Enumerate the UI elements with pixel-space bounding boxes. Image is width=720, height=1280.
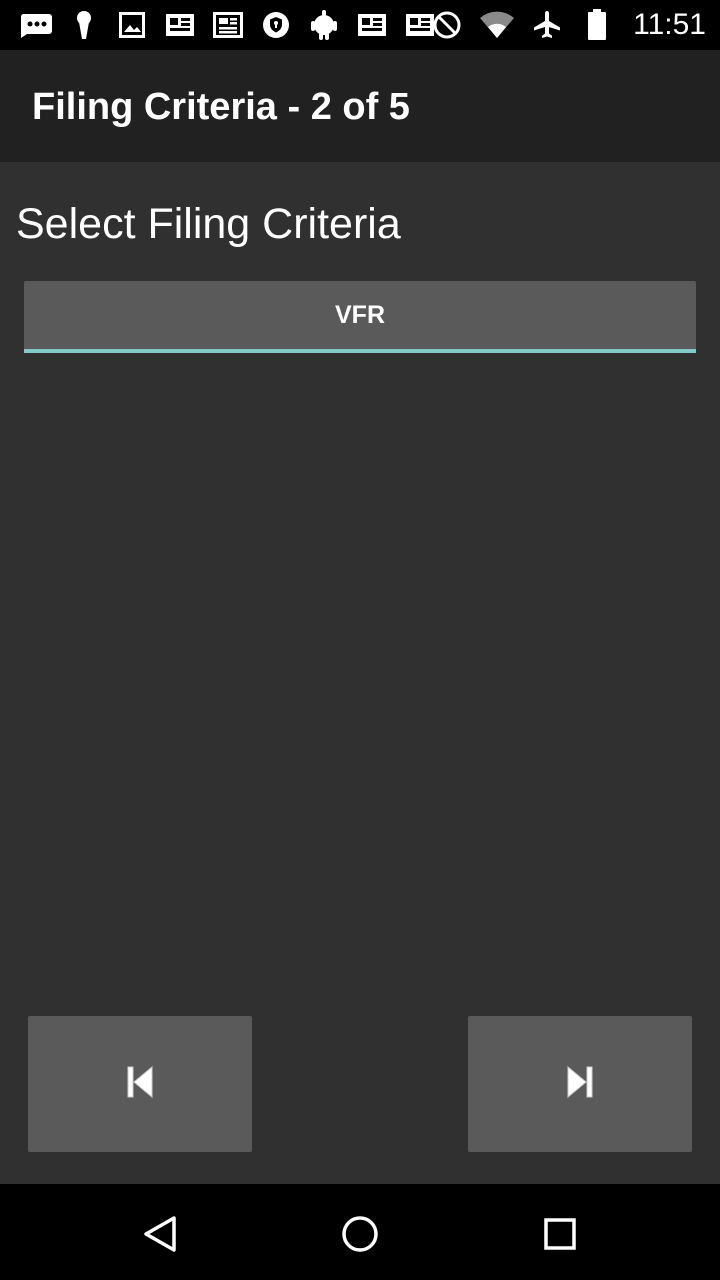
clock: 11:51 (633, 8, 706, 41)
news-icon (162, 8, 198, 42)
messaging-icon (18, 8, 54, 42)
news-icon (354, 8, 390, 42)
skip-previous-icon (125, 1065, 155, 1104)
page-title: Filing Criteria - 2 of 5 (32, 86, 410, 128)
filing-criteria-button[interactable]: VFR (24, 281, 696, 353)
system-navigation-bar (0, 1184, 720, 1280)
shield-icon (258, 8, 294, 42)
airplane-mode-icon (529, 8, 565, 42)
do-not-disturb-icon (429, 8, 465, 42)
recents-icon[interactable] (538, 1212, 582, 1256)
app-screen: 11:51 Filing Criteria - 2 of 5 Select Fi… (0, 0, 720, 1280)
skip-next-icon (565, 1065, 595, 1104)
home-icon[interactable] (338, 1212, 382, 1256)
next-button[interactable] (468, 1016, 692, 1152)
keyhole-icon (66, 8, 102, 42)
image-icon (114, 8, 150, 42)
article-icon (210, 8, 246, 42)
notification-icons (18, 8, 438, 42)
battery-icon (579, 8, 615, 42)
status-bar: 11:51 (0, 0, 720, 50)
action-bar: Filing Criteria - 2 of 5 (0, 50, 720, 162)
back-icon[interactable] (138, 1212, 182, 1256)
section-heading: Select Filing Criteria (16, 200, 401, 248)
wifi-icon (479, 8, 515, 42)
android-icon (306, 8, 342, 42)
previous-button[interactable] (28, 1016, 252, 1152)
filing-criteria-label: VFR (335, 300, 385, 329)
system-status-icons: 11:51 (429, 8, 706, 42)
